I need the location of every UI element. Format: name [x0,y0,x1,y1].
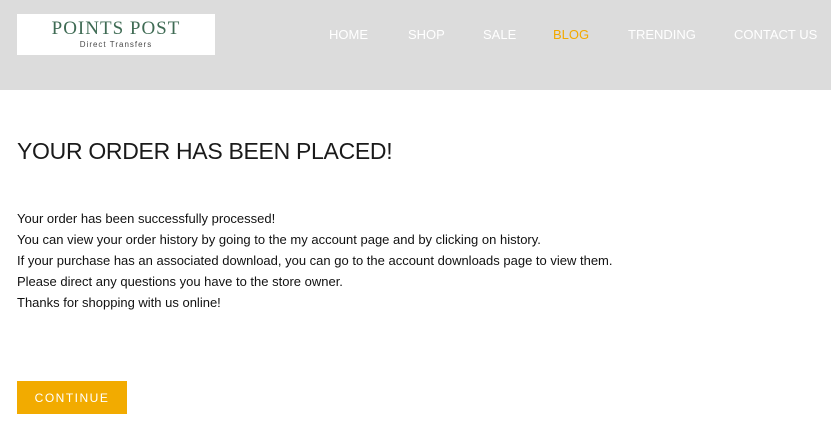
nav-sale[interactable]: SALE [483,27,516,43]
message-line: You can view your order history by going… [17,232,541,247]
message-line: Your order has been successfully process… [17,211,276,226]
page-title: YOUR ORDER HAS BEEN PLACED! [17,138,393,164]
continue-button[interactable]: CONTINUE [17,381,127,414]
nav-contact-us[interactable]: CONTACT US [734,27,817,43]
nav-home[interactable]: HOME [329,27,368,43]
order-confirmation-message: Your order has been successfully process… [17,208,613,313]
nav-blog[interactable]: BLOG [553,27,589,43]
message-line: Please direct any questions you have to … [17,274,343,289]
message-line: If your purchase has an associated downl… [17,253,613,268]
site-header: POINTS POST Direct Transfers HOME SHOP S… [0,0,831,90]
nav-shop[interactable]: SHOP [408,27,445,43]
main-nav: HOME SHOP SALE BLOG TRENDING CONTACT US [0,27,831,45]
nav-trending[interactable]: TRENDING [628,27,696,43]
message-line: Thanks for shopping with us online! [17,295,221,310]
